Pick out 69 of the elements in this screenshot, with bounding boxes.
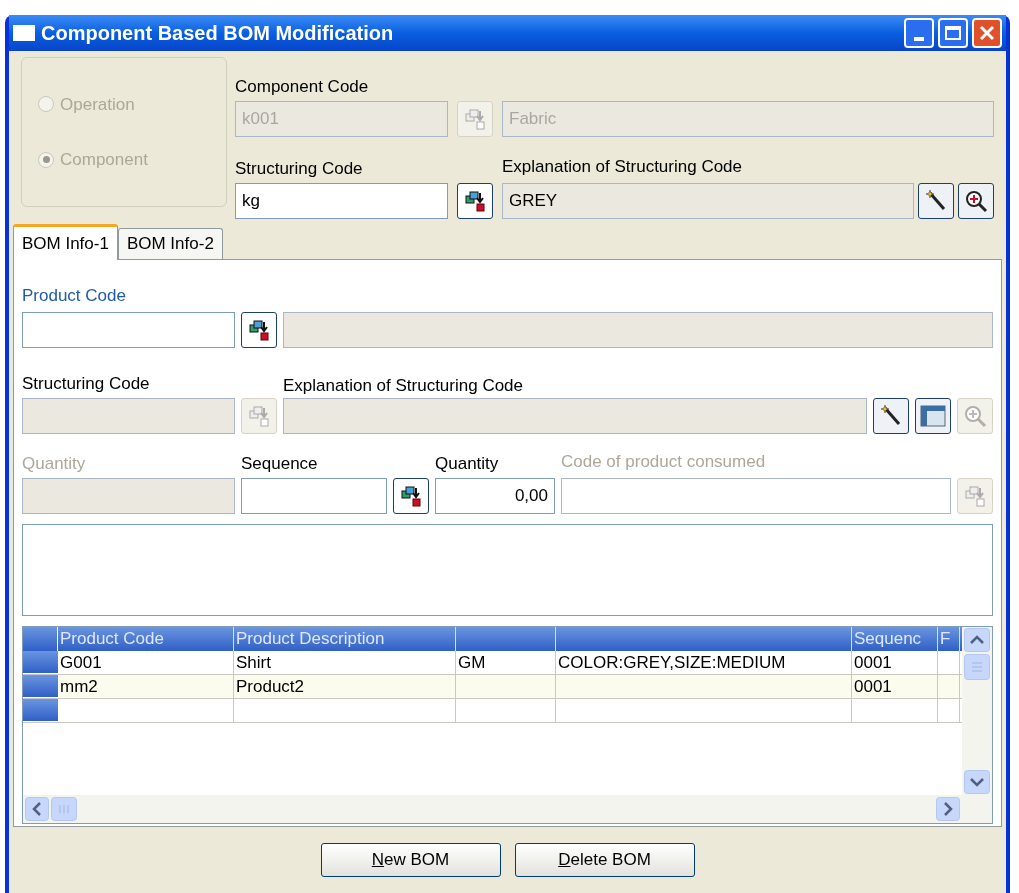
action-button[interactable]: New BOM: [320, 843, 501, 877]
row-header[interactable]: [23, 651, 58, 674]
field-label: Explanation of Structuring Code: [283, 376, 524, 396]
tab[interactable]: BOM Info-2: [117, 228, 223, 259]
input-field[interactable]: kg: [235, 183, 448, 219]
scroll-left-icon: [25, 797, 49, 821]
table-cell: mm2: [58, 675, 234, 698]
window-title: Component Based BOM Modification: [41, 21, 394, 46]
table-cell: Shirt: [234, 651, 456, 674]
horizontal-scrollbar[interactable]: [23, 795, 992, 823]
field-label: Quantity: [22, 454, 86, 473]
scroll-thumb-icon: [964, 654, 990, 680]
table-cell: Product2: [234, 675, 456, 698]
field-label: Structuring Code: [235, 159, 363, 178]
window-icon: [13, 25, 35, 41]
scroll-down-icon: [964, 770, 990, 794]
scroll-up-icon: [964, 628, 990, 652]
field-label: Explanation of Structuring Code: [502, 157, 743, 178]
minimize-button[interactable]: [904, 18, 934, 48]
scroll-right-icon: [936, 797, 960, 821]
radio-label: Operation: [60, 93, 135, 116]
wand-icon: [924, 189, 948, 213]
table-icon: [920, 405, 946, 427]
field-label: Sequence: [241, 454, 318, 473]
lookup-button[interactable]: [241, 312, 277, 348]
explanation-field[interactable]: GREY: [502, 183, 914, 219]
close-button[interactable]: [972, 18, 1002, 48]
action-button[interactable]: Delete BOM: [514, 843, 695, 877]
scroll-thumb-icon: [51, 797, 77, 821]
lookup-button[interactable]: [457, 183, 493, 219]
field-label: Structuring Code: [22, 374, 150, 393]
maximize-button[interactable]: [938, 18, 968, 48]
table-cell: 0001: [852, 675, 938, 698]
row-header[interactable]: [23, 675, 58, 698]
description-field[interactable]: [283, 312, 993, 348]
table-button[interactable]: [915, 398, 951, 434]
input-field[interactable]: [241, 478, 387, 514]
input-field[interactable]: 0,00: [435, 478, 555, 514]
table-cell: GM: [456, 651, 556, 674]
tab[interactable]: BOM Info-1: [13, 224, 118, 260]
field-label: Code of product consumed: [561, 452, 766, 473]
field-label: Quantity: [435, 454, 499, 473]
lookup-icon: [248, 405, 270, 427]
zoom-icon: [963, 404, 987, 428]
field-label: Product Code: [22, 286, 127, 306]
wand-icon: [879, 404, 903, 428]
wand-button[interactable]: [873, 398, 909, 434]
table-cell: G001: [58, 651, 234, 674]
table-cell: COLOR:GREY,SIZE:MEDIUM: [556, 651, 852, 674]
table-cell: 0001: [852, 651, 938, 674]
lookup-icon: [464, 108, 486, 130]
input-field[interactable]: [22, 312, 235, 348]
field-label: Component Code: [235, 77, 370, 97]
explanation-field[interactable]: [283, 398, 867, 434]
zoom-button[interactable]: [958, 183, 994, 219]
close-icon: [979, 25, 995, 41]
lookup-icon: [400, 485, 422, 507]
maximize-icon: [945, 26, 961, 40]
lookup-icon: [248, 319, 270, 341]
lookup-icon: [964, 485, 986, 507]
vertical-scrollbar[interactable]: [962, 627, 992, 795]
row-header[interactable]: [23, 699, 58, 722]
notes-area[interactable]: [22, 524, 993, 616]
lookup-icon: [464, 190, 486, 212]
radio-label: Component: [60, 149, 148, 171]
lookup-button[interactable]: [393, 478, 429, 514]
wand-button[interactable]: [918, 183, 954, 219]
zoom-icon: [964, 189, 988, 213]
minimize-icon: [914, 37, 924, 41]
